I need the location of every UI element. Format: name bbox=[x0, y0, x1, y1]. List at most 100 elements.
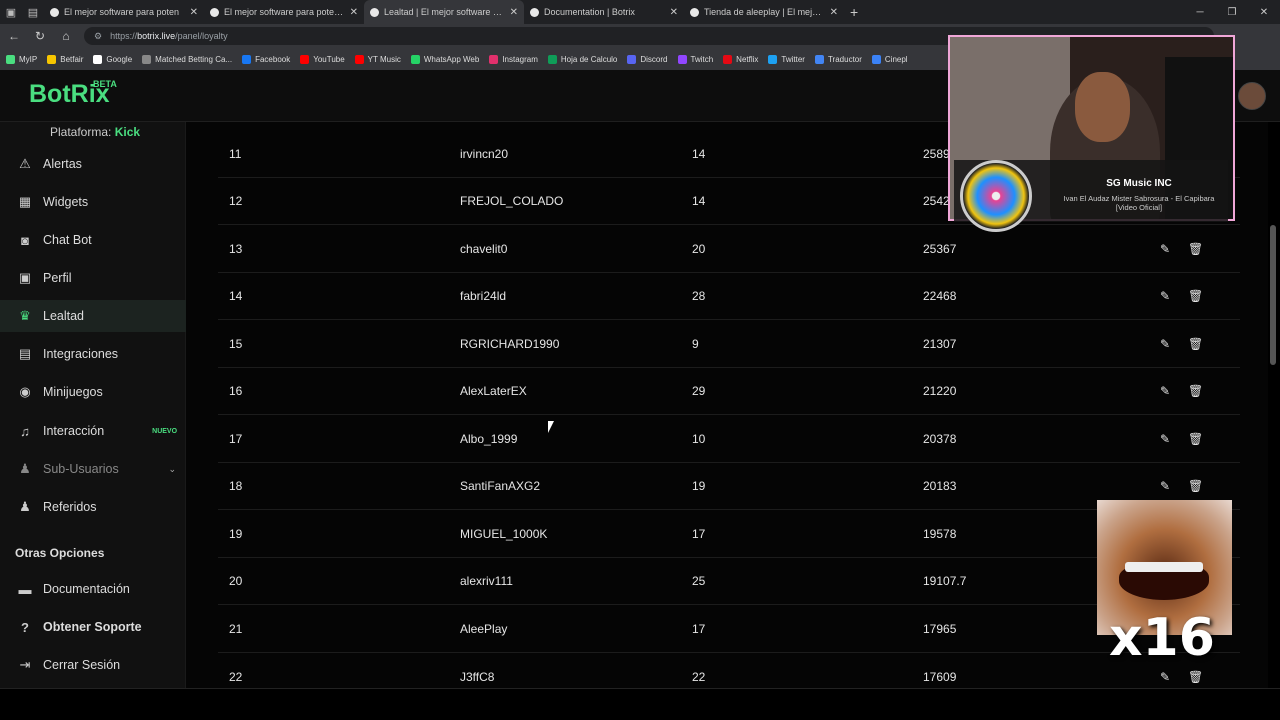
browser-tab[interactable]: El mejor software para potenciar ✕ bbox=[204, 0, 364, 24]
tab-search-icon[interactable]: ▤ bbox=[22, 0, 44, 24]
username-cell: irvincn20 bbox=[460, 146, 509, 161]
points-cell: 22468 bbox=[923, 288, 957, 303]
value-cell: 14 bbox=[692, 146, 706, 161]
bookmark-item[interactable]: YT Music bbox=[354, 54, 401, 64]
tab-favicon-icon bbox=[50, 7, 59, 17]
delete-trash-icon[interactable]: 🗑 bbox=[1188, 479, 1203, 493]
sidebar-item-documentacion[interactable]: ▬ Documentación bbox=[0, 573, 186, 605]
user-avatar[interactable] bbox=[1238, 82, 1266, 110]
trophy-icon: ♛ bbox=[19, 308, 31, 323]
rank-cell: 15 bbox=[229, 336, 243, 351]
bookmark-item[interactable]: Instagram bbox=[489, 54, 538, 64]
tab-title: Tienda de aleeplay | El mejor soft bbox=[704, 7, 825, 17]
page-scrollbar[interactable] bbox=[1270, 225, 1276, 365]
bookmark-item[interactable]: Twitch bbox=[677, 54, 713, 64]
bookmark-label: Google bbox=[106, 54, 133, 64]
value-cell: 22 bbox=[692, 669, 706, 684]
sidebar-item-obtener-soporte[interactable]: ? Obtener Soporte bbox=[0, 611, 186, 643]
sidebar-item-label: Chat Bot bbox=[43, 233, 92, 247]
edit-pencil-icon[interactable]: ✎ bbox=[1160, 384, 1170, 398]
value-cell: 28 bbox=[692, 288, 706, 303]
edit-pencil-icon[interactable]: ✎ bbox=[1160, 670, 1170, 684]
bookmark-item[interactable]: Netflix bbox=[723, 54, 758, 64]
sidebar-item-label: Widgets bbox=[43, 195, 89, 209]
delete-trash-icon[interactable]: 🗑 bbox=[1188, 242, 1203, 256]
home-icon[interactable]: ⌂ bbox=[58, 29, 74, 43]
bookmark-label: WhatsApp Web bbox=[423, 54, 480, 64]
delete-trash-icon[interactable]: 🗑 bbox=[1188, 670, 1203, 684]
browser-tab[interactable]: Documentation | Botrix ✕ bbox=[524, 0, 684, 24]
close-tab-icon[interactable]: ✕ bbox=[350, 7, 358, 18]
sidebar-item-sub-usuarios[interactable]: ♟ Sub-Usuarios ⌄ bbox=[0, 453, 186, 485]
sidebar-item-integraciones[interactable]: ▤ Integraciones bbox=[0, 338, 186, 370]
sidebar-item-interaccion[interactable]: ♫ Interacción NUEVO bbox=[0, 415, 186, 447]
sidebar-item-label: Integraciones bbox=[43, 347, 119, 361]
botrix-logo[interactable]: BotRix BETA bbox=[29, 79, 117, 109]
sidebar-item-perfil[interactable]: ▣ Perfil bbox=[0, 262, 186, 294]
bookmark-item[interactable]: Betfair bbox=[47, 54, 83, 64]
close-window-icon[interactable]: ✕ bbox=[1248, 0, 1280, 24]
bottom-bar bbox=[0, 688, 1280, 720]
close-tab-icon[interactable]: ✕ bbox=[670, 7, 678, 18]
close-tab-icon[interactable]: ✕ bbox=[830, 7, 838, 18]
sidebar-item-referidos[interactable]: ♟ Referidos bbox=[0, 491, 186, 523]
sidebar-item-label: Minijuegos bbox=[43, 385, 103, 399]
bookmark-item[interactable]: MyIP bbox=[6, 54, 37, 64]
table-row: 17 Albo_1999 10 20378 ✎ 🗑 bbox=[218, 415, 1240, 463]
bookmark-item[interactable]: Hoja de Calculo bbox=[547, 54, 617, 64]
tab-actions-icon[interactable]: ▣ bbox=[0, 0, 22, 24]
url-path: /panel/loyalty bbox=[175, 31, 228, 41]
sidebar-item-widgets[interactable]: ▦ Widgets bbox=[0, 186, 186, 218]
delete-trash-icon[interactable]: 🗑 bbox=[1188, 384, 1203, 398]
username-cell: FREJOL_COLADO bbox=[460, 193, 564, 208]
delete-trash-icon[interactable]: 🗑 bbox=[1188, 289, 1203, 303]
value-cell: 29 bbox=[692, 383, 706, 398]
reload-icon[interactable]: ↻ bbox=[32, 29, 48, 43]
bookmark-item[interactable]: Discord bbox=[627, 54, 668, 64]
sidebar-item-label: Obtener Soporte bbox=[43, 620, 142, 634]
delete-trash-icon[interactable]: 🗑 bbox=[1188, 337, 1203, 351]
bookmark-favicon-icon bbox=[489, 54, 499, 64]
minimize-icon[interactable]: ─ bbox=[1184, 0, 1216, 24]
bookmark-item[interactable]: Traductor bbox=[814, 54, 862, 64]
edit-pencil-icon[interactable]: ✎ bbox=[1160, 337, 1170, 351]
browser-tab-active[interactable]: Lealtad | El mejor software para p ✕ bbox=[364, 0, 524, 24]
sidebar-item-alertas[interactable]: ⚠ Alertas bbox=[0, 148, 186, 180]
browser-tab[interactable]: El mejor software para poten ✕ bbox=[44, 0, 204, 24]
table-row: 21 AleePlay 17 17965 bbox=[218, 605, 1240, 653]
bookmark-label: Traductor bbox=[827, 54, 862, 64]
platform-indicator: Plataforma: Kick bbox=[50, 125, 140, 139]
bookmark-item[interactable]: Facebook bbox=[242, 54, 290, 64]
edit-pencil-icon[interactable]: ✎ bbox=[1160, 479, 1170, 493]
restore-icon[interactable]: ❐ bbox=[1216, 0, 1248, 24]
bookmark-item[interactable]: Twitter bbox=[768, 54, 805, 64]
edit-pencil-icon[interactable]: ✎ bbox=[1160, 432, 1170, 446]
points-cell: 17965 bbox=[923, 621, 957, 636]
table-row: 20 alexriv111 25 19107.7 bbox=[218, 557, 1240, 605]
edit-pencil-icon[interactable]: ✎ bbox=[1160, 242, 1170, 256]
site-info-icon[interactable]: ⚙ bbox=[94, 31, 102, 42]
sidebar-item-label: Referidos bbox=[43, 500, 97, 514]
table-row: 13 chavelit0 20 25367 ✎ 🗑 bbox=[218, 225, 1240, 273]
bookmark-item[interactable]: Matched Betting Ca... bbox=[142, 54, 232, 64]
sidebar-item-chat-bot[interactable]: ◙ Chat Bot bbox=[0, 224, 186, 256]
delete-trash-icon[interactable]: 🗑 bbox=[1188, 432, 1203, 446]
bookmark-item[interactable]: YouTube bbox=[300, 54, 345, 64]
users-icon: ♟ bbox=[19, 461, 31, 476]
bookmark-item[interactable]: Cinepl bbox=[871, 54, 908, 64]
value-cell: 14 bbox=[692, 193, 706, 208]
browser-tab[interactable]: Tienda de aleeplay | El mejor soft ✕ bbox=[684, 0, 844, 24]
new-tab-icon[interactable]: + bbox=[850, 4, 858, 20]
sidebar-item-label: Documentación bbox=[43, 582, 130, 596]
bookmark-label: YouTube bbox=[313, 54, 345, 64]
sidebar-item-minijuegos[interactable]: ◉ Minijuegos bbox=[0, 376, 186, 408]
sidebar-item-lealtad[interactable]: ♛ Lealtad bbox=[0, 300, 186, 332]
sidebar-item-cerrar-sesion[interactable]: ⇥ Cerrar Sesión bbox=[0, 649, 186, 681]
bookmark-item[interactable]: WhatsApp Web bbox=[410, 54, 480, 64]
back-icon[interactable]: ← bbox=[6, 29, 22, 43]
bookmark-favicon-icon bbox=[723, 54, 733, 64]
close-tab-icon[interactable]: ✕ bbox=[190, 7, 198, 18]
edit-pencil-icon[interactable]: ✎ bbox=[1160, 289, 1170, 303]
close-tab-icon[interactable]: ✕ bbox=[510, 7, 518, 18]
bookmark-item[interactable]: Google bbox=[93, 54, 133, 64]
